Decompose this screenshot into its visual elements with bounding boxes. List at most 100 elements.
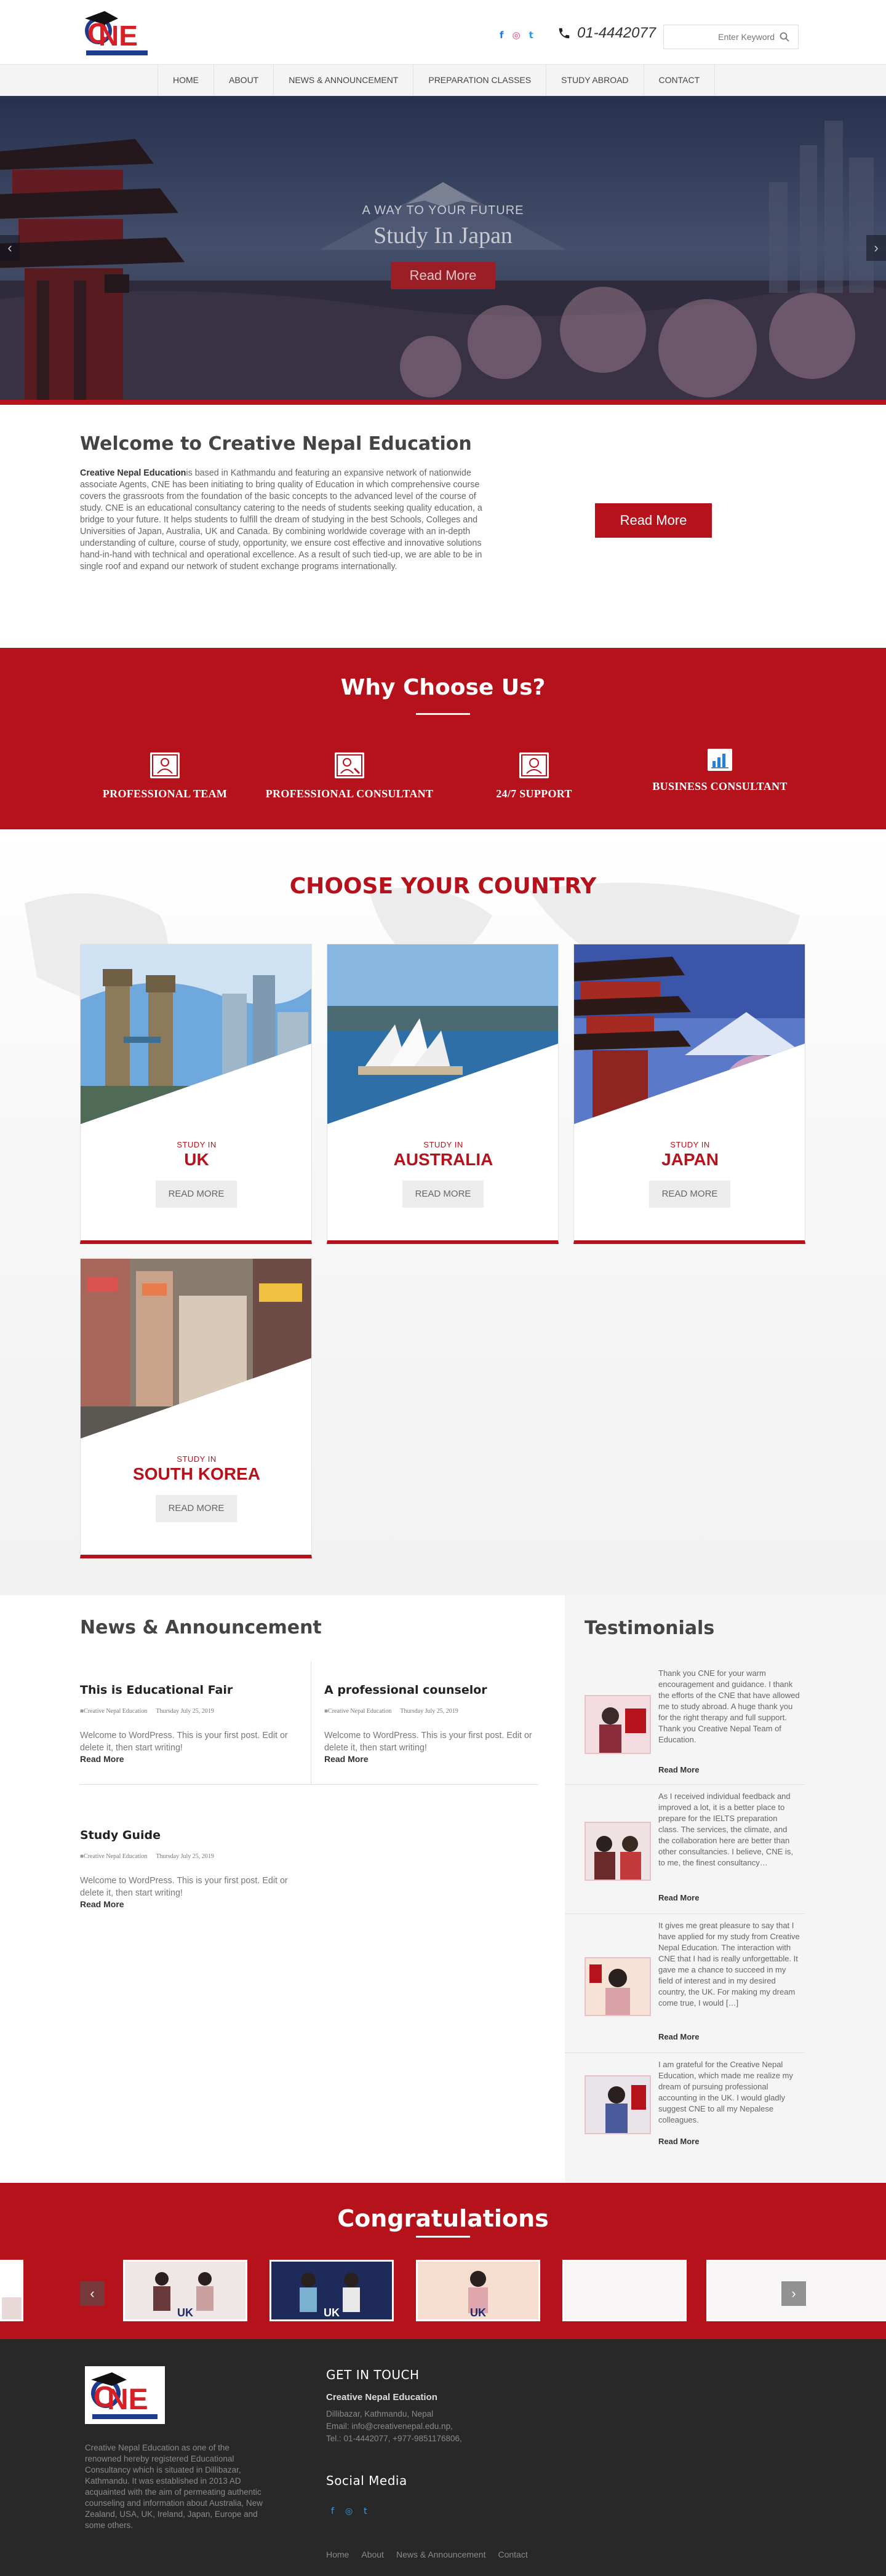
- footer-link-home[interactable]: Home: [326, 2550, 349, 2559]
- team-icon: [150, 752, 180, 778]
- testimonials-panel: Testimonials Thank you CNE for your warm…: [565, 1595, 886, 2183]
- footer-logo[interactable]: C NE: [85, 2366, 165, 2424]
- why-choose-us-section: Why Choose Us? PROFESSIONAL TEAM PROFESS…: [0, 648, 886, 829]
- post-read-more[interactable]: Read More: [80, 1899, 124, 1909]
- testimonial-read-more[interactable]: Read More: [658, 1893, 699, 1902]
- nav-home[interactable]: Home: [158, 65, 214, 95]
- nav-preparation-classes[interactable]: Preparation Classes: [413, 65, 546, 95]
- footer-about-text: Creative Nepal Education as one of the r…: [85, 2443, 263, 2530]
- testimonial-read-more[interactable]: Read More: [658, 1765, 699, 1774]
- hero-title: Study In Japan: [373, 223, 513, 249]
- site-header: NE C f ◎ t 01-4442077: [0, 0, 886, 64]
- news-title: News & Announcement: [80, 1617, 322, 1638]
- country-card-australia[interactable]: STUDY IN AUSTRALIA READ MORE: [327, 944, 559, 1244]
- post-read-more[interactable]: Read More: [80, 1754, 124, 1764]
- search-input[interactable]: [670, 30, 775, 44]
- news-post: A professional counselor Creative Nepal …: [324, 1683, 540, 1765]
- site-logo[interactable]: NE C: [80, 6, 153, 59]
- post-title[interactable]: This is Educational Fair: [80, 1683, 314, 1697]
- study-in-label: STUDY IN: [670, 1140, 710, 1149]
- nav-contact[interactable]: Contact: [643, 65, 716, 95]
- welcome-title: Welcome to Creative Nepal Education: [80, 433, 472, 455]
- congrats-slide[interactable]: [0, 2260, 23, 2321]
- country-card-uk[interactable]: STUDY IN UK READ MORE: [80, 944, 312, 1244]
- hero-read-more-button[interactable]: Read More: [391, 262, 495, 289]
- uk-image: [81, 944, 311, 1124]
- instagram-icon[interactable]: ◎: [345, 2506, 353, 2516]
- post-read-more[interactable]: Read More: [324, 1754, 369, 1764]
- welcome-body: is based in Kathmandu and featuring an e…: [80, 468, 482, 572]
- chart-icon: [708, 749, 732, 771]
- welcome-brand: Creative Nepal Education: [80, 468, 186, 478]
- nav-news[interactable]: News & Announcement: [273, 65, 413, 95]
- testimonial-photo: [585, 2075, 651, 2134]
- post-date: Thursday July 25, 2019: [156, 1708, 214, 1715]
- post-author: Creative Nepal Education: [324, 1708, 391, 1715]
- news-divider: [80, 1784, 538, 1785]
- why-underline: [416, 713, 470, 715]
- country-name: SOUTH KOREA: [133, 1464, 260, 1483]
- testimonial-photo: [585, 1695, 651, 1754]
- slide-country-label: UK: [324, 2307, 340, 2319]
- footer-social-links: f ◎ t: [331, 2506, 367, 2516]
- footer-tel[interactable]: Tel.: 01-4442077, +977-9851176806,: [326, 2434, 462, 2443]
- twitter-icon[interactable]: t: [364, 2506, 367, 2516]
- slide-country-label: UK: [470, 2307, 486, 2319]
- japan-read-more-button[interactable]: READ MORE: [649, 1181, 730, 1208]
- footer-address: Dillibazar, Kathmandu, Nepal: [326, 2409, 434, 2418]
- congrats-slide[interactable]: UK: [416, 2260, 540, 2321]
- footer-link-news[interactable]: News & Announcement: [396, 2550, 486, 2559]
- feature-business-consultant: BUSINESS CONSULTANT: [628, 749, 812, 793]
- footer-social-title: Social Media: [326, 2473, 407, 2488]
- twitter-icon[interactable]: t: [529, 30, 533, 41]
- choose-country-section: CHOOSE YOUR COUNTRY STUDY IN UK READ MOR…: [0, 829, 886, 1595]
- hero-prev-arrow[interactable]: ‹: [0, 235, 20, 261]
- australia-image: [327, 944, 558, 1124]
- testimonial-text: Thank you CNE for your warm encouragemen…: [658, 1669, 800, 1744]
- testimonial-read-more[interactable]: Read More: [658, 2032, 699, 2041]
- nav-about[interactable]: About: [214, 65, 273, 95]
- facebook-icon[interactable]: f: [331, 2506, 334, 2516]
- news-post: This is Educational Fair Creative Nepal …: [80, 1683, 314, 1765]
- hero-slider: A WAY TO YOUR FUTURE Study In Japan Read…: [0, 96, 886, 400]
- congrats-slide[interactable]: UK: [123, 2260, 247, 2321]
- congrats-slide[interactable]: UK: [269, 2260, 394, 2321]
- phone-number: 01-4442077: [577, 25, 657, 41]
- post-title[interactable]: Study Guide: [80, 1828, 314, 1842]
- congrats-slide[interactable]: [562, 2260, 687, 2321]
- search-box: [663, 25, 799, 49]
- feature-label: BUSINESS CONSULTANT: [652, 780, 788, 792]
- country-card-japan[interactable]: STUDY IN JAPAN READ MORE: [573, 944, 805, 1244]
- hero-divider: [0, 400, 886, 405]
- feature-label: PROFESSIONAL CONSULTANT: [265, 788, 434, 800]
- footer-link-about[interactable]: About: [361, 2550, 384, 2559]
- country-card-south-korea[interactable]: STUDY IN SOUTH KOREA READ MORE: [80, 1258, 312, 1558]
- feature-professional-consultant: PROFESSIONAL CONSULTANT: [257, 752, 442, 800]
- post-date: Thursday July 25, 2019: [400, 1708, 458, 1715]
- testimonial-read-more[interactable]: Read More: [658, 2137, 699, 2146]
- main-nav: Home About News & Announcement Preparati…: [0, 64, 886, 96]
- welcome-read-more-button[interactable]: Read More: [595, 503, 712, 538]
- study-in-label: STUDY IN: [177, 1140, 217, 1149]
- testimonial-item: Thank you CNE for your warm encouragemen…: [565, 1662, 805, 1785]
- hero-next-arrow[interactable]: ›: [866, 235, 886, 261]
- feature-professional-team: PROFESSIONAL TEAM: [73, 752, 257, 800]
- footer-email[interactable]: Email: info@creativenepal.edu.np,: [326, 2422, 453, 2431]
- uk-read-more-button[interactable]: READ MORE: [156, 1181, 237, 1208]
- instagram-icon[interactable]: ◎: [513, 30, 521, 41]
- testimonial-photo: [585, 1822, 651, 1881]
- congrats-underline: [416, 2236, 470, 2238]
- footer-link-contact[interactable]: Contact: [498, 2550, 527, 2559]
- congrats-next-arrow[interactable]: ›: [781, 2281, 806, 2306]
- search-icon[interactable]: [780, 32, 789, 42]
- facebook-icon[interactable]: f: [500, 30, 504, 41]
- australia-read-more-button[interactable]: READ MORE: [402, 1181, 484, 1208]
- south-korea-read-more-button[interactable]: READ MORE: [156, 1495, 237, 1522]
- post-title[interactable]: A professional counselor: [324, 1683, 540, 1697]
- nav-study-abroad[interactable]: Study Abroad: [546, 65, 643, 95]
- header-phone[interactable]: 01-4442077: [557, 25, 656, 42]
- congrats-prev-arrow[interactable]: ‹: [80, 2281, 105, 2306]
- feature-support: 24/7 SUPPORT: [442, 752, 626, 800]
- footer-company-name: Creative Nepal Education: [326, 2392, 437, 2403]
- country-name: JAPAN: [661, 1150, 719, 1169]
